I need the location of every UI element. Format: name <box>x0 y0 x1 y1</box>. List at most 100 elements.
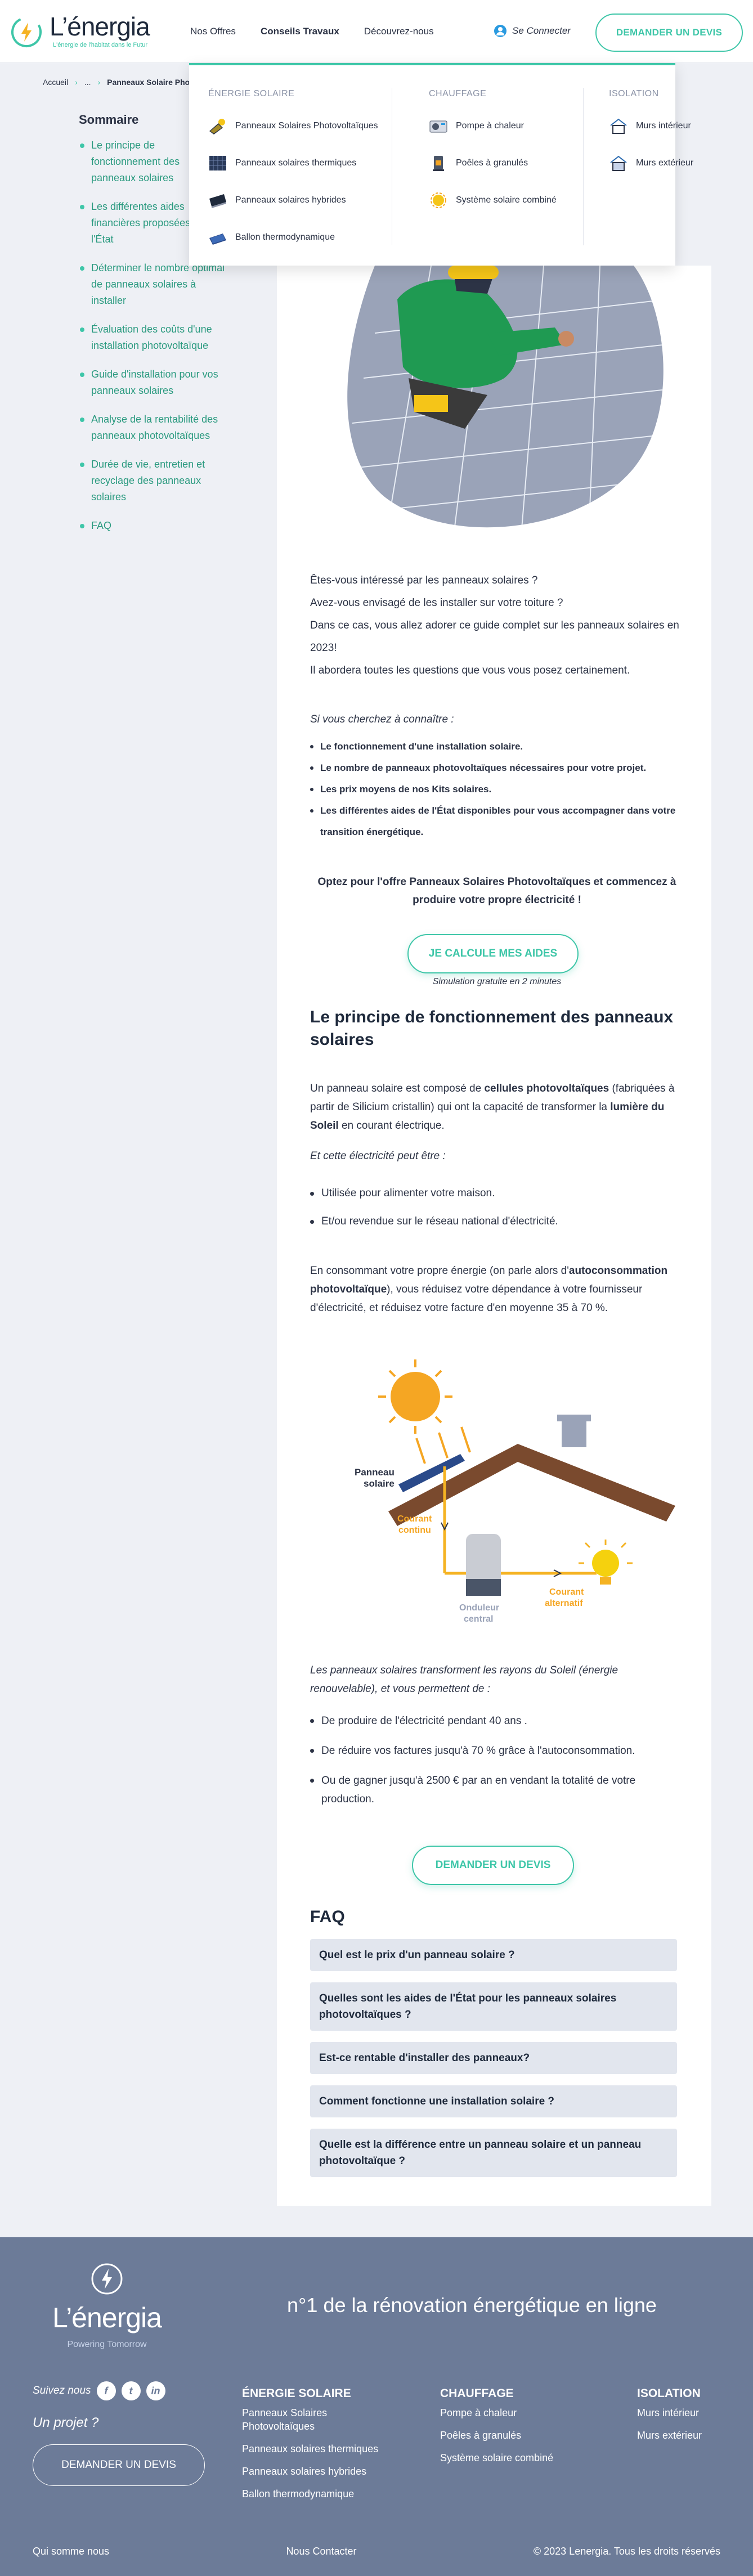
toc-item[interactable]: Analyse de la rentabilité des panneaux p… <box>79 411 225 444</box>
solar-diagram: Panneau solaire Courant continu Courant alt… <box>355 1359 675 1624</box>
mega-divider <box>583 88 584 245</box>
footer-link[interactable]: Panneaux Solaires Photovoltaïques <box>242 2406 355 2433</box>
mega-item-poele[interactable]: Poêles à granulés <box>429 152 557 174</box>
mega-menu-conseils-travaux: ÉNERGIE SOLAIRE Panneaux Solaires Photov… <box>189 63 693 266</box>
interior-wall-house-icon <box>610 118 627 134</box>
footer-contact-link[interactable]: Nous Contacter <box>286 2546 356 2557</box>
simulation-note: Simulation gratuite en 2 minutes <box>432 977 562 986</box>
logo-tagline: L'énergie de l'habitat dans le Futur <box>53 42 148 48</box>
connect-label: Se Connecter <box>512 25 571 36</box>
combined-solar-icon <box>431 192 446 208</box>
mega-col-title: ÉNERGIE SOLAIRE <box>208 89 295 98</box>
mega-item-label: Murs intérieur <box>636 121 691 131</box>
footer-link[interactable]: Système solaire combiné <box>440 2451 586 2465</box>
mega-col-solaire: ÉNERGIE SOLAIRE Panneaux Solaires Photov… <box>208 89 378 263</box>
faq-question[interactable]: Quelle est la différence entre un pannea… <box>310 2129 677 2177</box>
breadcrumb-current: Panneaux Solaire Photo <box>107 78 198 87</box>
mega-item-murs-ext[interactable]: Murs extérieur <box>609 152 693 174</box>
mega-item-label: Poêles à granulés <box>456 158 528 168</box>
section-title: Le principe de fonctionnement des pannea… <box>310 1008 674 1049</box>
diagram-label-inverter: Onduleur central <box>459 1603 499 1624</box>
nav-decouvrez-nous[interactable]: Découvrez-nous <box>364 26 434 37</box>
mega-item-label: Panneaux solaires thermiques <box>235 158 357 168</box>
site-header: L’énergia L'énergie de l'habitat dans le… <box>0 0 753 63</box>
main-nav: Nos Offres Conseils Travaux Découvrez-no… <box>190 26 434 37</box>
footer-col-title: CHAUFFAGE <box>440 2387 514 2400</box>
project-label: Un projet ? <box>33 2415 99 2430</box>
breadcrumb-separator-icon: › <box>97 78 101 87</box>
mega-item-ssc[interactable]: Système solaire combiné <box>429 189 557 212</box>
connect-link[interactable]: Se Connecter <box>494 25 571 37</box>
footer-link[interactable]: Poêles à granulés <box>440 2429 586 2442</box>
toc-item[interactable]: FAQ <box>79 518 225 534</box>
list-item: Le fonctionnement d'une installation sol… <box>310 736 684 757</box>
footer-link[interactable]: Panneaux solaires thermiques <box>242 2442 400 2456</box>
diagram-label-text: solaire <box>364 1478 395 1489</box>
nav-nos-offres[interactable]: Nos Offres <box>190 26 236 37</box>
footer-link[interactable]: Murs intérieur <box>637 2406 738 2420</box>
benefit-label: Les panneaux solaires transforment les r… <box>310 1664 618 1695</box>
toc-item[interactable]: Guide d'installation pour vos panneaux s… <box>79 366 225 399</box>
twitter-icon[interactable]: t <box>121 2381 141 2400</box>
logo-wordmark: L’énergia <box>50 12 150 41</box>
social-links: Suivez nous f t in <box>33 2381 165 2400</box>
diagram-label-ac: Courant alternatif <box>545 1587 584 1608</box>
mega-item-ballon[interactable]: Ballon thermodynamique <box>208 226 378 249</box>
header-devis-button[interactable]: DEMANDER UN DEVIS <box>595 14 743 52</box>
pv-panel-sun-icon <box>209 119 225 134</box>
footer-col-title: ISOLATION <box>637 2387 701 2400</box>
diagram-label-dc: Courant continu <box>397 1514 432 1535</box>
faq-question[interactable]: Quel est le prix d'un panneau solaire ? <box>310 1939 677 1971</box>
toc-item[interactable]: Durée de vie, entretien et recyclage des… <box>79 456 225 505</box>
list-item: Utilisée pour alimenter votre maison. <box>310 1186 684 1201</box>
text-span: en courant électrique. <box>338 1120 445 1132</box>
toc-item[interactable]: Évaluation des coûts d'une installation … <box>79 321 225 354</box>
footer-col-title: ÉNERGIE SOLAIRE <box>242 2387 351 2400</box>
list-item: Les prix moyens de nos Kits solaires. <box>310 779 684 800</box>
footer-link[interactable]: Pompe à chaleur <box>440 2406 586 2420</box>
footer-logo-wordmark: L’énergia <box>52 2302 162 2333</box>
site-logo[interactable]: L’énergia L'énergie de l'habitat dans le… <box>10 11 179 55</box>
user-icon <box>494 25 507 37</box>
diagram-label-text: central <box>464 1614 493 1624</box>
mega-item-label: Pompe à chaleur <box>456 121 524 131</box>
mega-item-pv[interactable]: Panneaux Solaires Photovoltaïques <box>208 115 378 137</box>
electricity-list: Utilisée pour alimenter votre maison. Et… <box>310 1186 684 1242</box>
footer-link[interactable]: Ballon thermodynamique <box>242 2487 400 2501</box>
footer-col-chauffage: CHAUFFAGE Pompe à chaleur Poêles à granu… <box>440 2387 586 2474</box>
footer-logo[interactable]: L’énergia Powering Tomorrow <box>34 2262 180 2352</box>
footer-about-link[interactable]: Qui somme nous <box>33 2546 109 2557</box>
lightning-logo-icon <box>11 16 42 47</box>
footer-link[interactable]: Panneaux solaires hybrides <box>242 2465 400 2478</box>
mega-item-label: Murs extérieur <box>636 158 694 168</box>
nav-conseils-travaux[interactable]: Conseils Travaux <box>261 26 339 37</box>
facebook-icon[interactable]: f <box>96 2381 116 2400</box>
mega-item-murs-int[interactable]: Murs intérieur <box>609 115 693 137</box>
footer-devis-button[interactable]: DEMANDER UN DEVIS <box>33 2444 205 2486</box>
lightning-logo-icon <box>91 2263 123 2295</box>
diagram-label-text: Panneau <box>355 1467 395 1478</box>
toc-item[interactable]: Déterminer le nombre optimal de panneaux… <box>79 260 225 309</box>
linkedin-icon[interactable]: in <box>146 2381 165 2400</box>
footer-bottom-bar: Qui somme nous Nous Contacter © 2023 Len… <box>33 2546 720 2557</box>
diagram-label-text: Courant <box>549 1587 584 1597</box>
mega-item-label: Ballon thermodynamique <box>235 232 335 242</box>
breadcrumb-home[interactable]: Accueil <box>43 78 68 87</box>
footer-link[interactable]: Murs extérieur <box>637 2429 738 2442</box>
list-item: Les différentes aides de l'État disponib… <box>310 800 684 843</box>
article-devis-button[interactable]: DEMANDER UN DEVIS <box>412 1846 574 1885</box>
faq-question[interactable]: Comment fonctionne une installation sola… <box>310 2085 677 2117</box>
site-footer: L’énergia Powering Tomorrow n°1 de la ré… <box>0 2237 753 2576</box>
text-span: En consommant votre propre énergie (on p… <box>310 1265 569 1277</box>
footer-logo-tagline: Powering Tomorrow <box>67 2340 147 2349</box>
breadcrumb-ellipsis[interactable]: ... <box>84 78 91 87</box>
mega-item-label: Système solaire combiné <box>456 195 557 205</box>
faq-list: Quel est le prix d'un panneau solaire ? … <box>310 1939 677 2188</box>
faq-question[interactable]: Est-ce rentable d'installer des panneaux… <box>310 2042 677 2074</box>
mega-item-hybrid[interactable]: Panneaux solaires hybrides <box>208 189 378 212</box>
mega-item-thermal[interactable]: Panneaux solaires thermiques <box>208 152 378 174</box>
mega-item-pac[interactable]: Pompe à chaleur <box>429 115 557 137</box>
faq-question[interactable]: Quelles sont les aides de l'État pour le… <box>310 1982 677 2031</box>
calculate-aids-button[interactable]: JE CALCULE MES AIDES <box>407 934 579 973</box>
list-item: Le nombre de panneaux photovoltaïques né… <box>310 757 684 779</box>
